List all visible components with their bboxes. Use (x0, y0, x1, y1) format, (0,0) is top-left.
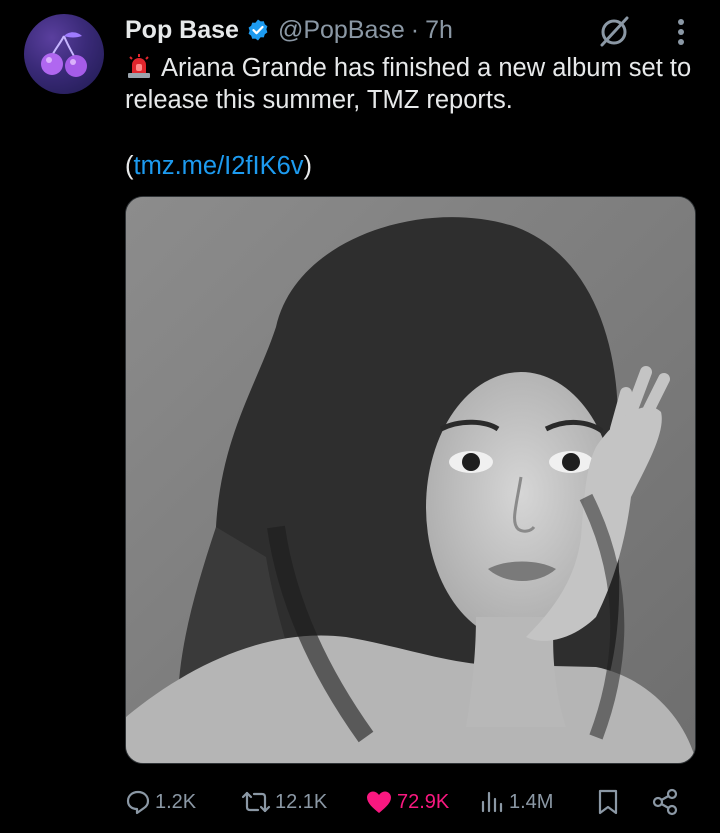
tweet-text: Ariana Grande has finished a new album s… (125, 52, 695, 116)
tweet-media-photo[interactable] (125, 196, 696, 764)
separator-dot: · (410, 15, 420, 44)
share-button[interactable] (651, 786, 683, 818)
timestamp[interactable]: 7h (425, 16, 453, 45)
portrait-photo (126, 197, 695, 763)
retweet-icon (241, 791, 271, 813)
views-icon (481, 791, 503, 813)
tweet-body: Ariana Grande has finished a new album s… (125, 54, 692, 114)
views-button[interactable]: 1.4M (479, 786, 553, 818)
reply-icon (126, 790, 150, 815)
tweet-actions: 1.2K 12.1K 72.9K 1.4M (125, 786, 696, 818)
like-count: 72.9K (397, 790, 450, 813)
grok-icon[interactable] (596, 14, 632, 50)
views-count: 1.4M (509, 790, 554, 813)
tweet-header: Pop Base @PopBase · 7h (125, 13, 453, 47)
avatar[interactable] (24, 14, 104, 94)
retweet-count: 12.1K (275, 790, 328, 813)
tweet[interactable]: Pop Base @PopBase · 7h Ariana Grande has… (0, 0, 720, 833)
more-vertical-icon[interactable] (664, 14, 698, 50)
bookmark-button[interactable] (596, 786, 624, 818)
reply-button[interactable]: 1.2K (125, 786, 196, 818)
tweet-link[interactable]: tmz.me/I2fIK6v (134, 152, 304, 180)
user-handle[interactable]: @PopBase (278, 16, 405, 45)
police-siren-emoji (128, 54, 150, 78)
link-close-paren: ) (303, 152, 313, 180)
share-icon (652, 788, 678, 816)
link-line: (tmz.me/I2fIK6v) (125, 150, 312, 182)
link-open-paren: ( (125, 152, 134, 180)
heart-filled-icon (367, 791, 391, 813)
display-name[interactable]: Pop Base (125, 16, 239, 45)
like-button[interactable]: 72.9K (365, 786, 449, 818)
cherries-icon (41, 32, 87, 77)
retweet-button[interactable]: 12.1K (241, 786, 327, 818)
verified-badge-icon (248, 19, 268, 41)
reply-count: 1.2K (155, 790, 197, 813)
bookmark-icon (598, 789, 618, 815)
